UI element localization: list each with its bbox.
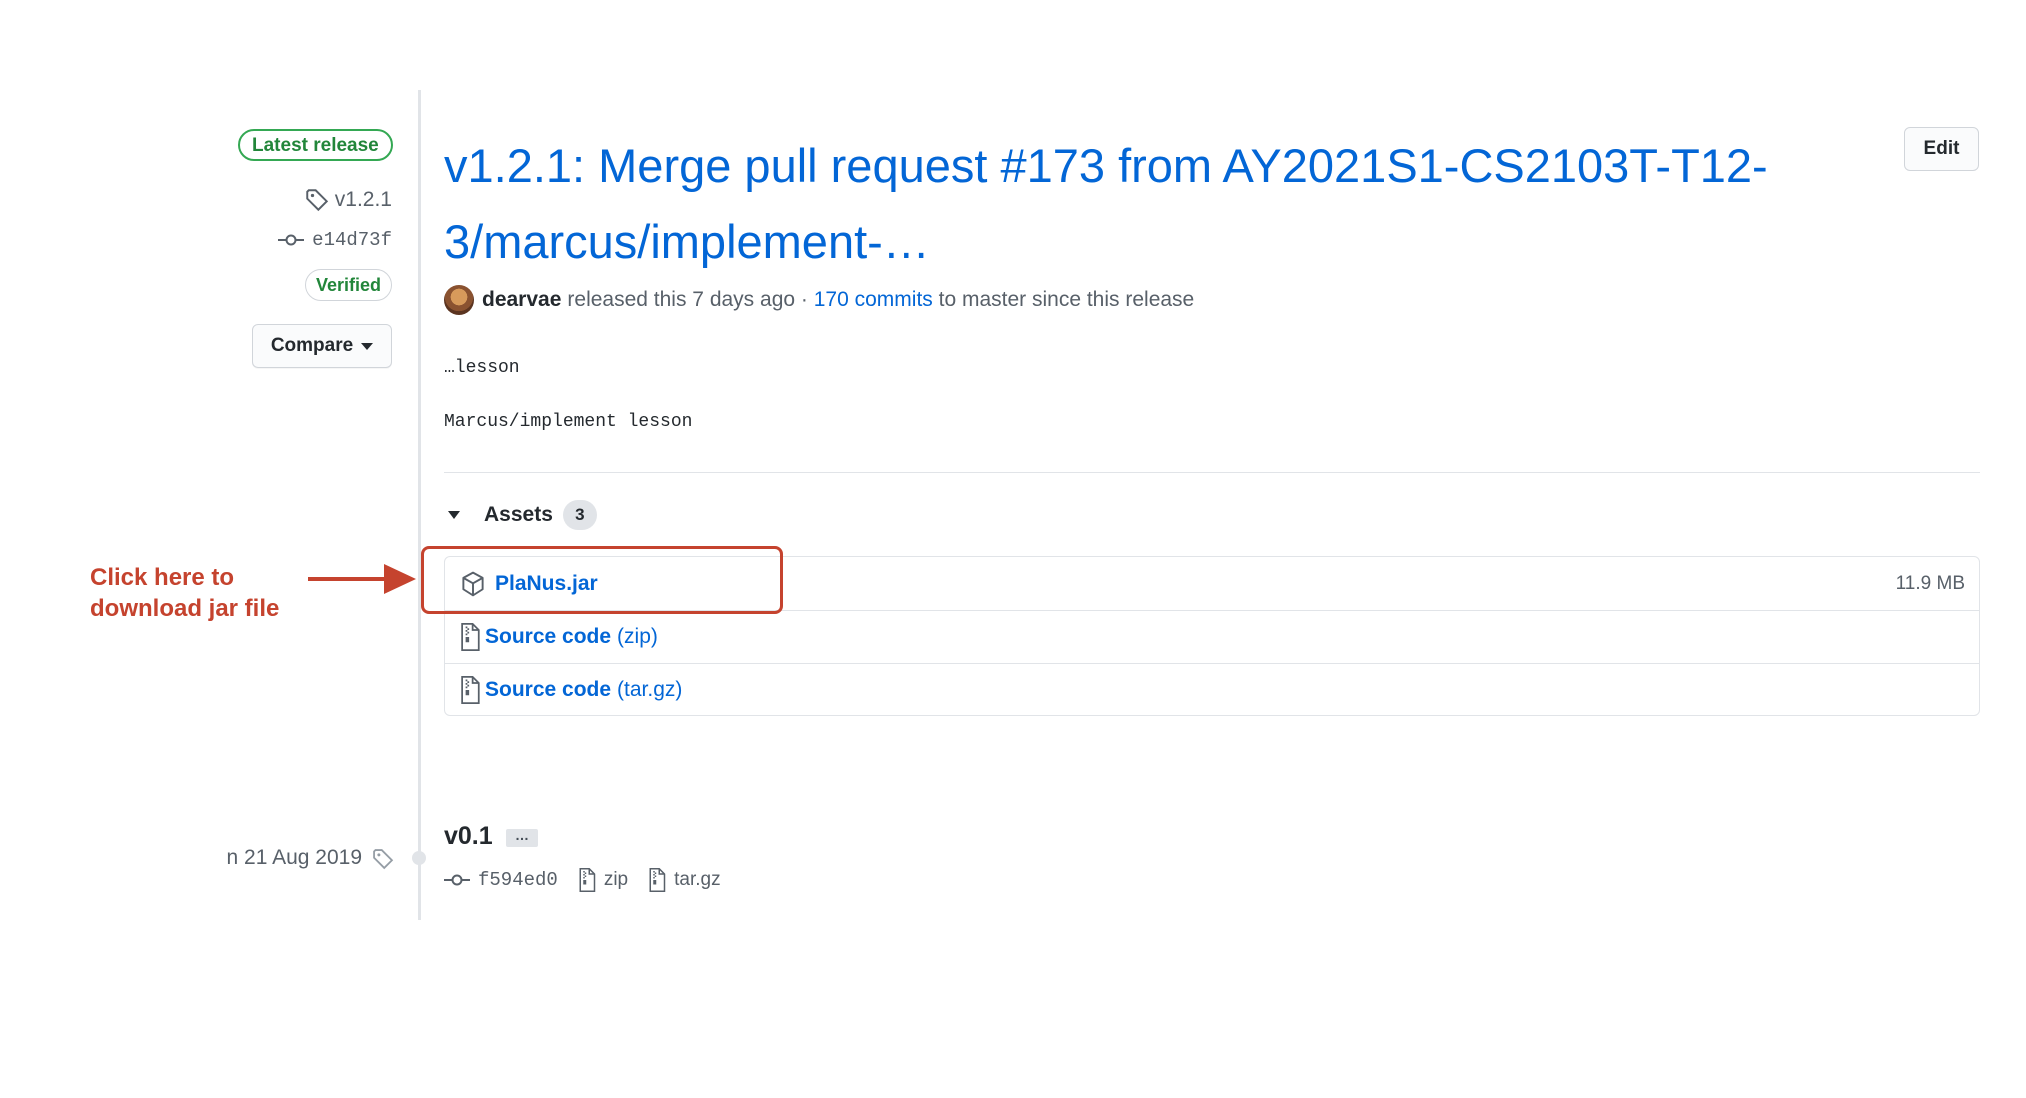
- file-zip-icon: [459, 676, 481, 704]
- arrow-right-icon: [384, 564, 416, 594]
- annotation-arrow-shaft: [308, 577, 388, 581]
- asset-ext: (zip): [617, 625, 658, 648]
- older-zip-link[interactable]: zip: [578, 868, 628, 892]
- assets-toggle[interactable]: Assets 3: [448, 500, 597, 530]
- divider: [444, 472, 1980, 473]
- annotation-text: Click here to download jar file: [90, 562, 279, 624]
- annotation-highlight-box: [421, 546, 783, 614]
- commits-suffix: to master since this release: [938, 288, 1195, 311]
- tag-icon: [373, 849, 394, 870]
- older-release-date: n 21 Aug 2019: [226, 846, 362, 869]
- older-release-meta: f594ed0 zip tar.gz: [444, 868, 733, 892]
- asset-size: 11.9 MB: [1895, 572, 1965, 594]
- older-targz-label: tar.gz: [674, 869, 721, 890]
- older-commit-sha: f594ed0: [478, 869, 558, 891]
- author-link[interactable]: dearvae: [482, 288, 561, 312]
- annotation-line: Click here to: [90, 564, 235, 591]
- commits-link[interactable]: 170 commits: [814, 288, 933, 312]
- file-zip-icon: [459, 623, 481, 651]
- released-text: released this 7 days ago ·: [567, 288, 808, 311]
- assets-label: Assets: [484, 503, 553, 526]
- tag-name: v1.2.1: [334, 188, 392, 211]
- asset-link-source-zip[interactable]: Source code: [485, 625, 611, 649]
- chevron-down-icon: [361, 342, 374, 350]
- timeline-dot: [412, 851, 426, 865]
- older-release-title[interactable]: v0.1: [444, 822, 493, 851]
- verified-badge[interactable]: Verified: [304, 269, 392, 301]
- file-zip-icon: [579, 868, 596, 892]
- timeline-line: [418, 90, 421, 920]
- release-byline: dearvae released this 7 days ago · 170 c…: [444, 285, 1194, 315]
- older-zip-label: zip: [603, 869, 629, 890]
- avatar[interactable]: [444, 285, 474, 315]
- assets-count: 3: [562, 500, 597, 530]
- release-body-line: Marcus/implement lesson: [444, 412, 693, 432]
- release-body-line: …lesson: [444, 358, 520, 378]
- commit-link[interactable]: e14d73f: [278, 229, 392, 251]
- triangle-down-icon: [448, 511, 460, 519]
- tag-link[interactable]: v1.2.1: [305, 188, 392, 212]
- asset-row-zip[interactable]: Source code (zip): [445, 610, 1979, 663]
- tag-icon: [306, 189, 328, 212]
- commit-icon: [278, 234, 305, 246]
- annotation-line: download jar file: [90, 595, 280, 622]
- compare-label: Compare: [270, 335, 354, 356]
- asset-link-source-targz[interactable]: Source code: [485, 678, 611, 702]
- expand-ellipsis-button[interactable]: …: [506, 828, 538, 847]
- older-targz-link[interactable]: tar.gz: [648, 868, 721, 892]
- older-commit-link[interactable]: f594ed0: [444, 869, 558, 891]
- file-zip-icon: [649, 868, 666, 892]
- commit-sha: e14d73f: [312, 229, 392, 251]
- edit-button[interactable]: Edit: [1904, 127, 1979, 171]
- compare-button[interactable]: Compare: [252, 324, 392, 368]
- commit-icon: [444, 874, 470, 886]
- latest-release-badge: Latest release: [238, 129, 393, 161]
- asset-row-targz[interactable]: Source code (tar.gz): [445, 663, 1979, 716]
- release-title[interactable]: v1.2.1: Merge pull request #173 from AY2…: [444, 128, 1864, 280]
- asset-ext: (tar.gz): [617, 678, 683, 701]
